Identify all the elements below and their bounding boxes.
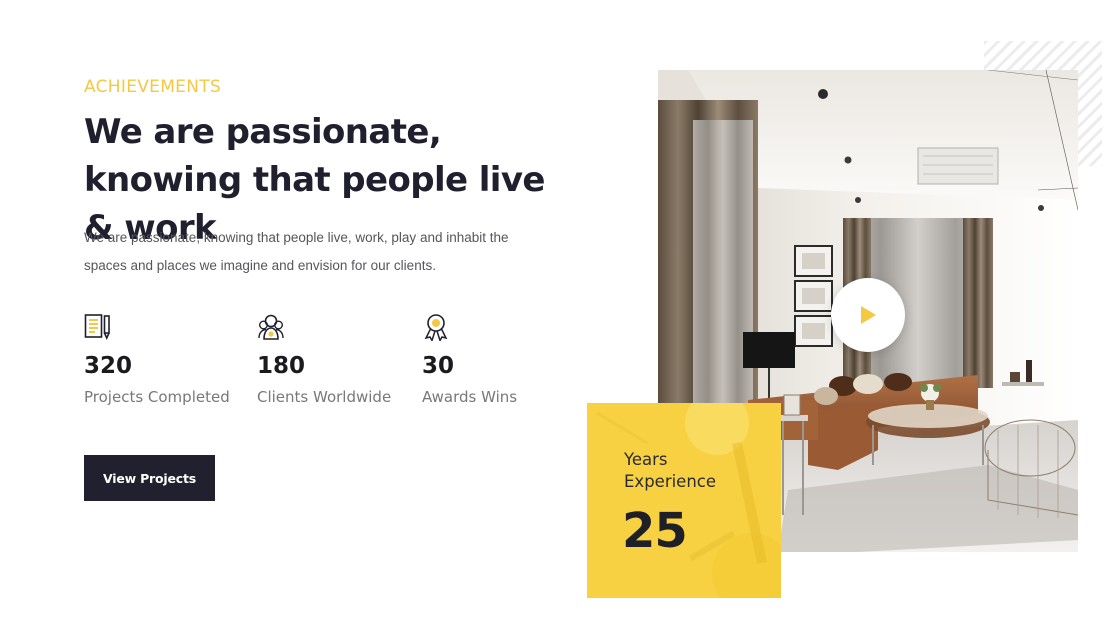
- stat-clients: 180 Clients Worldwide: [257, 313, 391, 406]
- award-medal-icon: [422, 313, 450, 343]
- stat-label: Awards Wins: [422, 388, 518, 406]
- stat-value: 30: [422, 353, 455, 379]
- years-experience-label: Years Experience: [624, 450, 717, 491]
- clients-group-icon: [257, 313, 285, 341]
- stat-value: 320: [84, 353, 133, 379]
- blueprint-pencil-icon: [84, 313, 112, 341]
- years-experience-card: Years Experience 25: [587, 403, 781, 598]
- stat-label: Projects Completed: [84, 388, 230, 406]
- view-projects-button[interactable]: View Projects: [84, 455, 215, 501]
- section-intro: We are passionate, knowing that people l…: [84, 230, 509, 273]
- stat-value: 180: [257, 353, 306, 379]
- stat-label: Clients Worldwide: [257, 388, 392, 406]
- decorative-blueprint-pattern: [596, 403, 781, 598]
- stat-projects: 320 Projects Completed: [84, 313, 230, 406]
- stats-row: 320 Projects Completed 180 Clients World…: [84, 313, 564, 413]
- play-video-button[interactable]: [831, 278, 905, 352]
- play-icon: [861, 306, 876, 324]
- section-eyebrow: ACHIEVEMENTS: [84, 77, 222, 97]
- years-experience-value: 25: [622, 503, 688, 559]
- stat-awards: 30 Awards Wins: [422, 313, 517, 406]
- achievements-section: ACHIEVEMENTS We are passionate, knowing …: [0, 0, 1119, 638]
